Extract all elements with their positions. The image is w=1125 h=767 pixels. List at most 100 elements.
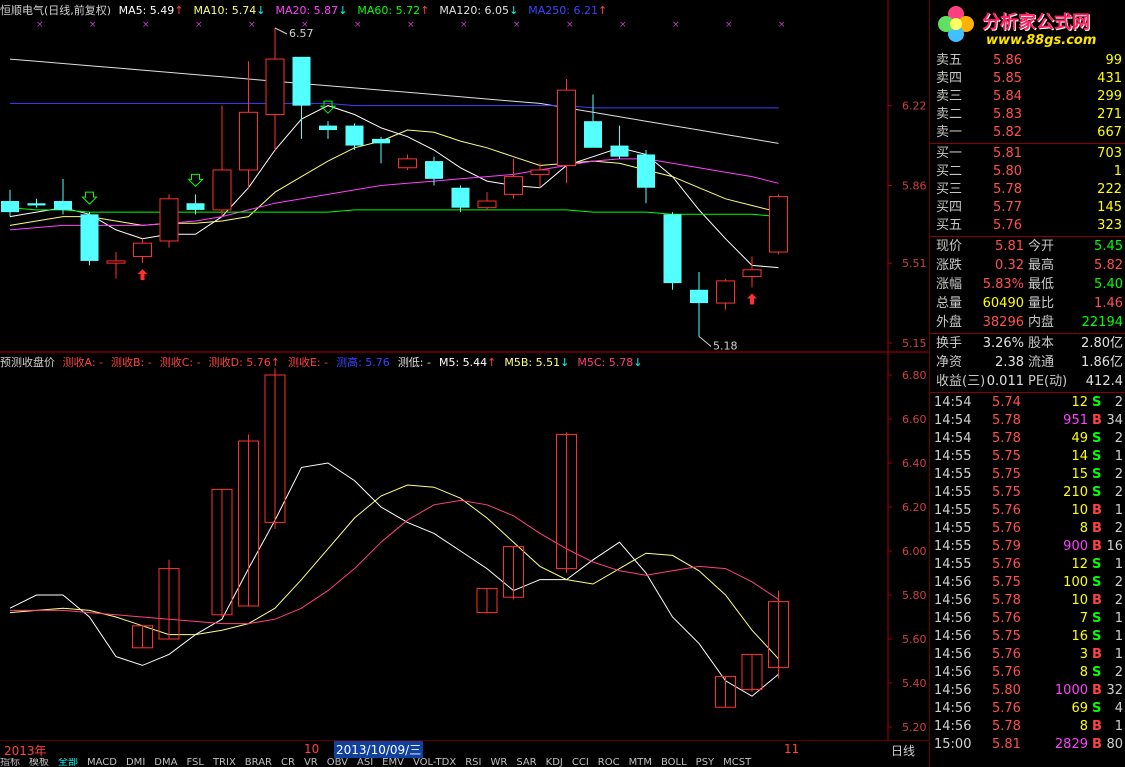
stat-label: 现价: [936, 239, 963, 254]
tick-volume: 2829: [1054, 737, 1088, 752]
tick-side: S: [1092, 665, 1102, 680]
tick-price: 5.76: [992, 557, 1021, 572]
annotation-line: [274, 27, 288, 35]
stat-value: 5.40: [1094, 277, 1123, 292]
tab-15[interactable]: RSI: [465, 758, 481, 767]
y-tick-label: 6.40: [902, 457, 927, 470]
main-chart-header: 恒顺电气(日线,前复权) MA5: 5.49↑ MA10: 5.74↓ MA20: …: [0, 4, 617, 17]
stat-row: 换手 3.26% 股本 2.80亿: [930, 335, 1125, 353]
ma-line-ma5: [9, 105, 779, 269]
tick-price: 5.76: [992, 521, 1021, 536]
stat-label: 涨跌: [936, 258, 963, 273]
tick-time: 14:54: [934, 395, 972, 410]
ma-line-ma10: [9, 129, 779, 226]
tab-8[interactable]: BRAR: [245, 758, 272, 767]
tab-7[interactable]: TRIX: [213, 758, 236, 767]
tick-side: S: [1092, 449, 1102, 464]
tab-24[interactable]: MCST: [723, 758, 751, 767]
candle-body: [769, 196, 788, 253]
tick-row: 14:55 5.79 900 B 16: [930, 538, 1125, 556]
period-label[interactable]: 日线: [891, 742, 915, 759]
tab-11[interactable]: OBV: [327, 758, 348, 767]
tick-row: 14:54 5.74 12 S 2: [930, 394, 1125, 412]
logo-url: www.88gs.com: [986, 33, 1097, 48]
tab-21[interactable]: MTM: [629, 758, 652, 767]
bid-label: 买四: [936, 200, 963, 215]
tab-23[interactable]: PSY: [696, 758, 715, 767]
ask-volume: 271: [1097, 107, 1122, 122]
tab-4[interactable]: DMI: [126, 758, 145, 767]
y-tick-label: 5.86: [902, 180, 927, 193]
tick-time: 14:55: [934, 521, 972, 536]
tab-17[interactable]: SAR: [516, 758, 536, 767]
indicator-value-9: M5C: 5.78: [577, 356, 634, 369]
candle-body: [584, 121, 602, 148]
tab-18[interactable]: KDJ: [546, 758, 563, 767]
tab-5[interactable]: DMA: [154, 758, 177, 767]
price-chart[interactable]: 6.225.865.515.15× × × × × × × × × × × × × × ×6.575.186…: [0, 0, 929, 741]
tick-time: 14:56: [934, 575, 972, 590]
stat-label: 收益(三): [936, 374, 986, 389]
tick-time: 14:56: [934, 701, 972, 716]
tab-22[interactable]: BOLL: [661, 758, 687, 767]
tick-row: 14:56 5.80 1000 B 32: [930, 682, 1125, 700]
tick-time: 14:55: [934, 557, 972, 572]
tab-14[interactable]: VOL-TDX: [413, 758, 456, 767]
bid-label: 买二: [936, 164, 963, 179]
tick-volume: 951: [1063, 413, 1088, 428]
stat-row: 涨跌 0.32 最高 5.82: [930, 257, 1125, 275]
bid-volume: 1: [1113, 164, 1122, 179]
tick-price: 5.76: [992, 647, 1021, 662]
ask-price: 5.84: [993, 89, 1022, 104]
x-marker: ×: [778, 20, 786, 30]
tab-20[interactable]: ROC: [598, 758, 620, 767]
tick-volume: 16: [1071, 629, 1088, 644]
tab-1[interactable]: 模板: [29, 758, 49, 767]
indicator-arrow-7: ↑: [487, 356, 497, 369]
ask-row: 卖四 5.85 431: [930, 70, 1125, 88]
candle-body: [610, 145, 629, 157]
tab-10[interactable]: VR: [304, 758, 318, 767]
ma-value-3: MA60: 5.72: [357, 4, 421, 17]
tick-time: 14:55: [934, 485, 972, 500]
x-marker: ×: [195, 20, 203, 30]
tab-16[interactable]: WR: [490, 758, 507, 767]
tick-count: 32: [1106, 683, 1123, 698]
x-marker: ×: [36, 20, 44, 30]
x-marker: ×: [566, 20, 574, 30]
tick-price: 5.79: [992, 539, 1021, 554]
y-tick-label: 5.15: [902, 337, 927, 350]
stat-label: 涨幅: [936, 277, 963, 292]
tick-count: 1: [1114, 611, 1123, 626]
tab-6[interactable]: FSL: [186, 758, 204, 767]
tick-side: S: [1092, 701, 1102, 716]
stat-label: 流通: [1028, 355, 1055, 370]
stat-label: 净资: [936, 355, 963, 370]
stat-value: 412.4: [1085, 374, 1123, 389]
stat-value: 0.011: [986, 374, 1024, 389]
stat-label: 最高: [1028, 258, 1055, 273]
tick-price: 5.76: [992, 611, 1021, 626]
tick-time: 14:56: [934, 611, 972, 626]
sell-signal-icon: [81, 191, 98, 205]
tick-side: S: [1092, 575, 1102, 590]
stat-value: 38296: [982, 315, 1024, 330]
tab-12[interactable]: ASI: [357, 758, 373, 767]
bid-volume: 222: [1097, 182, 1122, 197]
stat-value: 60490: [982, 296, 1024, 311]
indicator-arrow-3: ↑: [270, 356, 280, 369]
tab-3[interactable]: MACD: [87, 758, 117, 767]
tab-13[interactable]: EMV: [382, 758, 404, 767]
stat-value: 5.81: [995, 239, 1024, 254]
x-label-nov: 11: [784, 742, 800, 756]
tab-2[interactable]: 全部: [58, 758, 78, 767]
tab-0[interactable]: 指标: [0, 758, 20, 767]
tab-19[interactable]: CCI: [572, 758, 589, 767]
x-marker: ×: [672, 20, 680, 30]
ask-label: 卖一: [936, 125, 963, 140]
tab-9[interactable]: CR: [281, 758, 295, 767]
tick-side: B: [1092, 503, 1102, 518]
candle-body: [345, 125, 364, 146]
candle-body: [530, 169, 550, 175]
bid-price: 5.77: [993, 200, 1022, 215]
